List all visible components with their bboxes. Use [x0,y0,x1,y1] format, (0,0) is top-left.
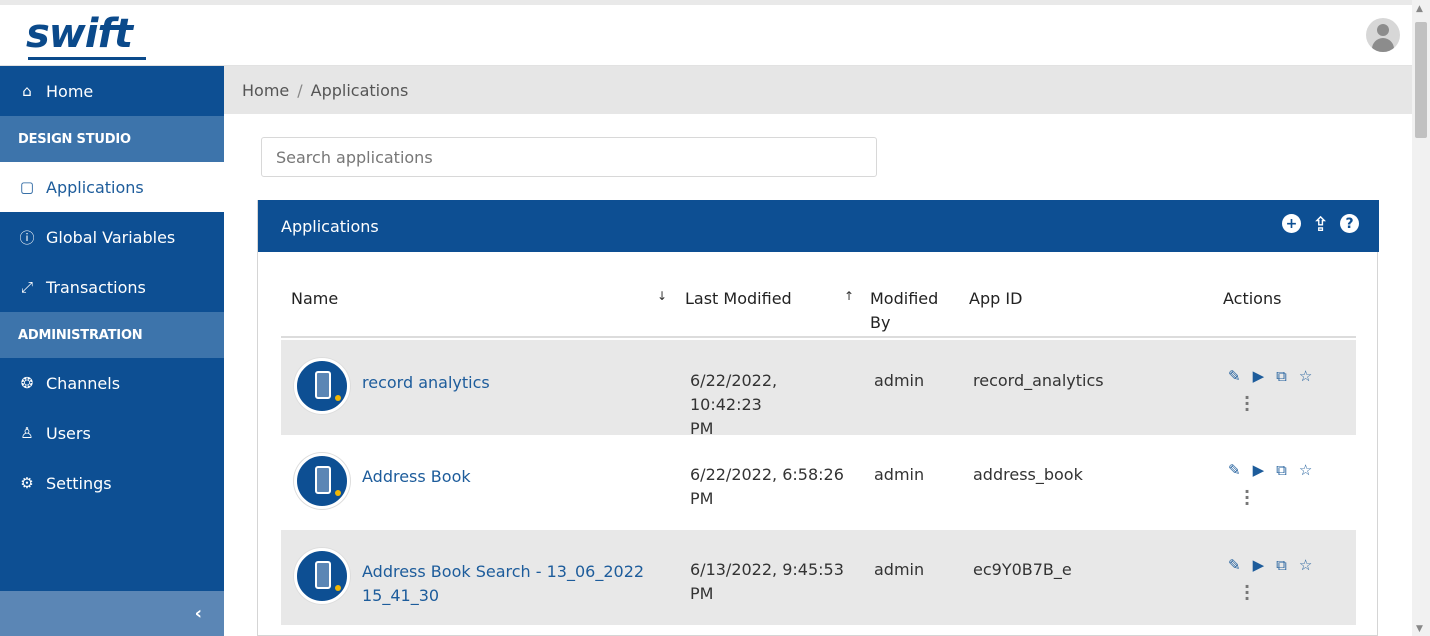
sidebar-item-applications[interactable]: ▢ Applications [0,162,224,212]
chevron-left-icon: ‹ [194,603,202,624]
scrollbar-thumb[interactable] [1415,22,1427,138]
row-actions: ✎ ▶ ⧉ ☆ [1228,367,1312,385]
sidebar-item-label: Global Variables [46,227,176,247]
sidebar-collapse-button[interactable]: ‹ [0,591,224,636]
app-icon [294,453,350,509]
app-id: ec9Y0B7B_e [973,560,1072,579]
breadcrumb-current: Applications [310,80,409,100]
more-options-icon[interactable]: · · · [1244,484,1250,512]
applications-panel: Applications + ⇪ ? Name ↓ Last Modified … [257,200,1379,636]
breadcrumb-home-link[interactable]: Home [242,81,289,100]
sidebar-item-global-variables[interactable]: ⓘ Global Variables [0,212,224,262]
sidebar-item-label: Home [46,81,94,101]
sidebar-item-label: Users [46,423,91,443]
star-icon[interactable]: ☆ [1299,556,1312,574]
scroll-down-icon[interactable]: ▼ [1416,624,1423,634]
expand-icon: ⤢ [20,278,33,296]
home-icon: ⌂ [22,82,32,100]
scroll-up-icon[interactable]: ▲ [1416,4,1423,14]
column-header-name[interactable]: Name [291,287,338,311]
app-icon [294,548,350,604]
sort-desc-icon[interactable]: ↓ [657,289,667,303]
app-id: record_analytics [973,371,1104,390]
table-header: Name ↓ Last Modified ↑ Modified By App ID… [281,252,1356,338]
modified-by: admin [874,465,925,484]
edit-icon[interactable]: ✎ [1228,367,1241,385]
row-actions: ✎ ▶ ⧉ ☆ [1228,556,1312,574]
sidebar-item-label: Channels [46,373,121,393]
sidebar: ⌂ Home DESIGN STUDIO ▢ Applications ⓘ Gl… [0,66,224,636]
table-row[interactable]: Address Book Search - 13_06_2022 15_41_30… [281,530,1356,625]
row-actions: ✎ ▶ ⧉ ☆ [1228,461,1312,479]
play-icon[interactable]: ▶ [1253,556,1265,574]
copy-icon[interactable]: ⧉ [1276,367,1287,385]
edit-icon[interactable]: ✎ [1228,556,1241,574]
modified-by: admin [874,371,925,390]
top-header: swift [0,0,1412,66]
table-row[interactable]: Address Book 6/22/2022, 6:58:26 PM admin … [281,435,1356,530]
sidebar-item-users[interactable]: ♙ Users [0,408,224,458]
app-name-link[interactable]: Address Book [362,465,652,489]
user-icon: ♙ [20,424,34,442]
table-row[interactable]: record analytics 6/22/2022, 10:42:23 PM a… [281,340,1356,438]
sidebar-item-label: Transactions [46,277,146,297]
sort-asc-icon[interactable]: ↑ [844,289,854,303]
copy-icon[interactable]: ⧉ [1276,556,1287,574]
modified-by: admin [874,560,925,579]
sidebar-section-administration: ADMINISTRATION [0,312,224,358]
last-modified: 6/22/2022, 6:58:26 PM [690,465,844,508]
column-header-last-modified[interactable]: Last Modified [685,287,792,311]
play-icon[interactable]: ▶ [1253,367,1265,385]
app-id: address_book [973,465,1083,484]
column-header-modified-by[interactable]: Modified By [870,287,938,335]
info-icon: ⓘ [19,228,35,247]
swift-logo[interactable]: swift [26,11,133,57]
search-input[interactable] [261,137,877,177]
star-icon[interactable]: ☆ [1299,461,1312,479]
sidebar-item-label: Settings [46,473,112,493]
user-avatar-icon[interactable] [1366,18,1400,52]
copy-icon[interactable]: ⧉ [1276,461,1287,479]
add-icon[interactable]: + [1282,214,1301,233]
more-options-icon[interactable]: · · · [1244,390,1250,418]
sidebar-item-transactions[interactable]: ⤢ Transactions [0,262,224,312]
calendar-icon: ▢ [19,178,35,196]
star-icon[interactable]: ☆ [1299,367,1312,385]
app-icon [294,358,350,414]
sidebar-section-design-studio: DESIGN STUDIO [0,116,224,162]
channels-icon: ❂ [20,374,34,392]
column-header-app-id[interactable]: App ID [969,287,1022,311]
panel-tools: + ⇪ ? [1282,214,1359,234]
sidebar-item-home[interactable]: ⌂ Home [0,66,224,116]
sidebar-item-channels[interactable]: ❂ Channels [0,358,224,408]
gear-icon: ⚙ [20,474,34,492]
more-options-icon[interactable]: · · · [1244,579,1250,607]
logo-underline [28,57,146,60]
upload-icon[interactable]: ⇪ [1311,214,1330,234]
breadcrumb: Home / Applications [224,66,1412,114]
column-header-actions: Actions [1223,289,1282,308]
help-icon[interactable]: ? [1340,214,1359,233]
panel-header: Applications + ⇪ ? [258,200,1379,252]
page-scrollbar[interactable]: ▲ ▼ [1412,0,1430,636]
edit-icon[interactable]: ✎ [1228,461,1241,479]
last-modified: 6/22/2022, 10:42:23 PM [690,371,778,438]
app-name-link[interactable]: Address Book Search - 13_06_2022 15_41_30 [362,560,652,608]
panel-title: Applications [281,216,379,236]
play-icon[interactable]: ▶ [1253,461,1265,479]
sidebar-item-label: Applications [46,177,144,197]
app-name-link[interactable]: record analytics [362,371,652,395]
breadcrumb-separator: / [297,80,303,100]
last-modified: 6/13/2022, 9:45:53 PM [690,560,844,603]
sidebar-item-settings[interactable]: ⚙ Settings [0,458,224,508]
